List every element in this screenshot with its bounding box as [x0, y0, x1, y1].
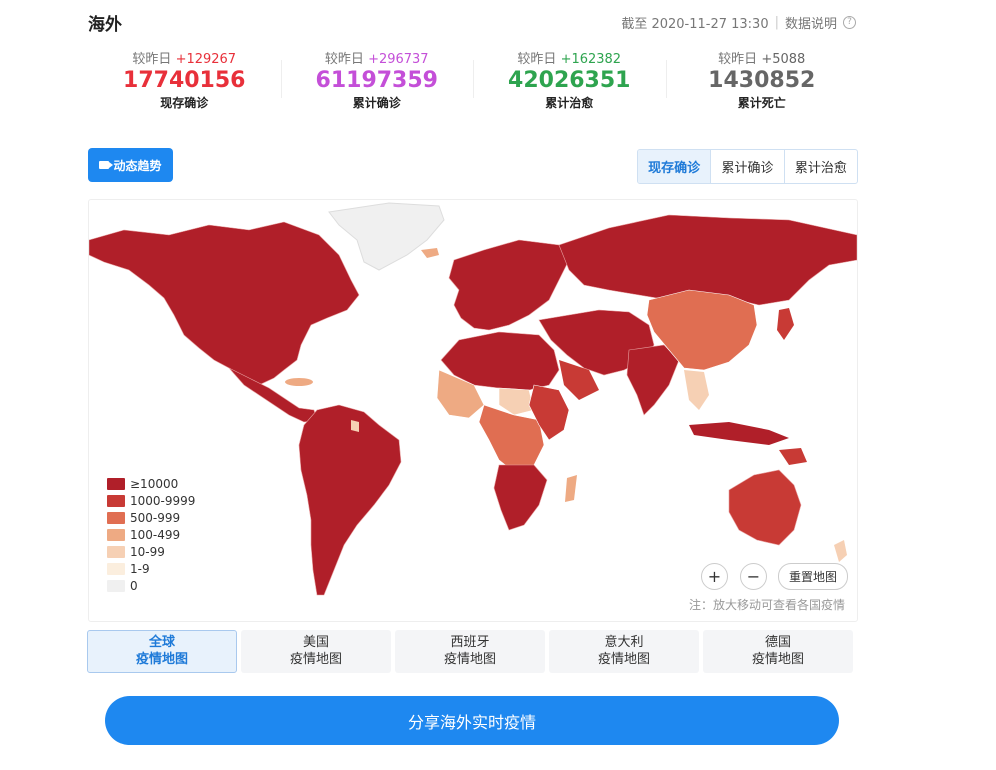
region-guianas[interactable] — [351, 420, 359, 432]
region-madagascar[interactable] — [565, 475, 577, 502]
tab-title: 意大利 — [604, 635, 644, 650]
tab-germany[interactable]: 德国 疫情地图 — [703, 630, 853, 673]
stat-total-confirmed: 较昨日 +296737 61197359 累计确诊 — [280, 48, 474, 111]
tab-title: 西班牙 — [450, 635, 490, 650]
data-explain-link[interactable]: 数据说明 — [785, 13, 837, 32]
legend-label: ≥10000 — [130, 476, 179, 491]
divider: | — [774, 15, 779, 30]
region-iceland[interactable] — [421, 248, 439, 258]
tab-italy[interactable]: 意大利 疫情地图 — [549, 630, 699, 673]
map-tabs: 全球疫情地图 美国疫情地图 西班牙疫情地图 意大利疫情地图 德国疫情地图 — [87, 630, 857, 673]
legend-label: 10-99 — [130, 544, 165, 559]
region-australia[interactable] — [728, 469, 802, 546]
share-button[interactable]: 分享海外实时疫情 — [105, 696, 839, 745]
map-legend: ≥10000 1000-9999 500-999 100-499 10-99 1… — [107, 475, 195, 594]
legend-swatch — [107, 494, 125, 507]
region-europe[interactable] — [448, 239, 570, 331]
region-russia[interactable] — [558, 214, 857, 306]
tab-title: 美国 — [302, 635, 329, 650]
update-meta: 截至 2020-11-27 13:30 | 数据说明 ? — [621, 13, 856, 32]
legend-item: 0 — [107, 577, 195, 594]
tab-subtitle: 疫情地图 — [443, 652, 496, 667]
legend-item: ≥10000 — [107, 475, 195, 492]
stat-delta: 较昨日 +5088 — [718, 52, 806, 67]
tab-subtitle: 疫情地图 — [751, 652, 804, 667]
world-map-svg[interactable] — [89, 200, 857, 621]
legend-item: 1-9 — [107, 560, 195, 577]
legend-item: 500-999 — [107, 509, 195, 526]
stat-label: 累计死亡 — [737, 96, 786, 110]
region-africa-south[interactable] — [493, 464, 548, 531]
region-papua[interactable] — [779, 448, 807, 465]
trend-button[interactable]: 动态趋势 — [88, 148, 173, 182]
legend-swatch — [107, 545, 125, 558]
legend-label: 100-499 — [130, 527, 181, 542]
legend-item: 10-99 — [107, 543, 195, 560]
region-new-zealand[interactable] — [834, 540, 847, 562]
stat-value: 1430852 — [708, 68, 816, 93]
region-caribbean[interactable] — [285, 378, 313, 386]
legend-item: 100-499 — [107, 526, 195, 543]
stat-value: 61197359 — [315, 68, 438, 93]
legend-item: 1000-9999 — [107, 492, 195, 509]
legend-swatch — [107, 562, 125, 575]
stat-deaths: 较昨日 +5088 1430852 累计死亡 — [665, 48, 859, 111]
region-north-america[interactable] — [89, 221, 360, 386]
segment-total-confirmed[interactable]: 累计确诊 — [710, 150, 783, 183]
segment-cured[interactable]: 累计治愈 — [783, 150, 857, 183]
zoom-in-button[interactable]: + — [701, 563, 728, 590]
stat-confirmed-now: 较昨日 +129267 17740156 现存确诊 — [88, 48, 281, 111]
stat-delta: 较昨日 +162382 — [517, 52, 622, 67]
stats-row: 较昨日 +129267 17740156 现存确诊 较昨日 +296737 61… — [88, 48, 858, 111]
tab-title: 德国 — [764, 635, 791, 650]
video-camera-icon — [99, 161, 114, 169]
tab-spain[interactable]: 西班牙 疫情地图 — [395, 630, 545, 673]
legend-swatch — [107, 528, 125, 541]
stat-delta: 较昨日 +296737 — [324, 52, 429, 67]
stat-delta: 较昨日 +129267 — [132, 52, 237, 67]
tab-usa[interactable]: 美国 疫情地图 — [241, 630, 391, 673]
trend-button-label: 动态趋势 — [113, 158, 162, 173]
tab-title: 全球 — [148, 635, 175, 650]
legend-swatch — [107, 511, 125, 524]
tab-subtitle: 疫情地图 — [135, 652, 188, 667]
legend-swatch — [107, 579, 125, 592]
region-southeast-asia[interactable] — [684, 370, 709, 410]
stat-value: 17740156 — [123, 68, 246, 93]
world-map[interactable]: ≥10000 1000-9999 500-999 100-499 10-99 1… — [88, 199, 858, 622]
reset-map-button[interactable]: 重置地图 — [778, 563, 848, 590]
legend-swatch — [107, 477, 125, 490]
stat-cured: 较昨日 +162382 42026351 累计治愈 — [473, 48, 666, 111]
stat-value: 42026351 — [508, 68, 631, 93]
tab-subtitle: 疫情地图 — [597, 652, 650, 667]
zoom-out-button[interactable]: − — [740, 563, 767, 590]
legend-label: 1000-9999 — [130, 493, 196, 508]
region-india[interactable] — [626, 344, 680, 416]
region-africa-sahel[interactable] — [498, 387, 535, 416]
legend-label: 0 — [130, 578, 138, 593]
help-icon[interactable]: ? — [843, 16, 856, 29]
region-indonesia[interactable] — [689, 422, 789, 445]
segment-confirmed-now[interactable]: 现存确诊 — [638, 150, 711, 183]
page-title: 海外 — [88, 15, 122, 35]
stat-label: 现存确诊 — [160, 96, 209, 110]
region-greenland[interactable] — [328, 202, 445, 271]
stat-label: 累计确诊 — [352, 96, 401, 110]
tab-subtitle: 疫情地图 — [289, 652, 342, 667]
region-south-america[interactable] — [298, 404, 402, 596]
region-japan[interactable] — [777, 308, 794, 340]
legend-label: 500-999 — [130, 510, 181, 525]
map-note: 注：放大移动可查看各国疫情 — [688, 598, 845, 612]
metric-switcher: 现存确诊 累计确诊 累计治愈 — [637, 149, 858, 184]
update-time: 截至 2020-11-27 13:30 — [621, 17, 769, 32]
stat-label: 累计治愈 — [545, 96, 594, 110]
legend-label: 1-9 — [130, 561, 150, 576]
tab-global[interactable]: 全球 疫情地图 — [87, 630, 237, 673]
